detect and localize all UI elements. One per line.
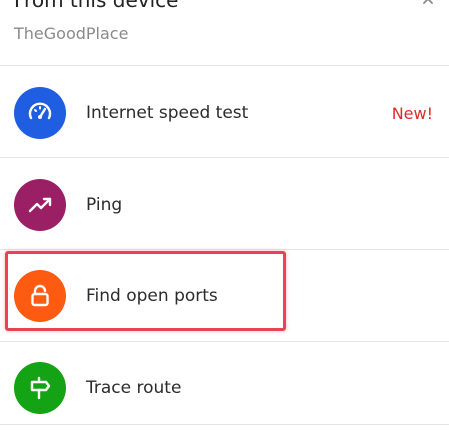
- lock-icon: [14, 270, 66, 322]
- new-badge: New!: [391, 103, 433, 123]
- divider: [0, 341, 449, 342]
- tool-label: Internet speed test: [86, 103, 249, 123]
- network-name: TheGoodPlace: [14, 24, 129, 43]
- divider: [0, 65, 449, 66]
- tool-row-find-open-ports[interactable]: Find open ports: [0, 261, 449, 331]
- speedometer-icon: [14, 87, 66, 139]
- trend-up-icon: [14, 179, 66, 231]
- section-header: From this device: [14, 0, 435, 12]
- signpost-icon: [14, 362, 66, 414]
- tool-label: Find open ports: [86, 286, 218, 306]
- section-title: From this device: [14, 0, 179, 12]
- tool-row-trace-route[interactable]: Trace route: [0, 353, 449, 423]
- divider: [0, 157, 449, 158]
- divider: [0, 424, 449, 425]
- tool-row-ping[interactable]: Ping: [0, 170, 449, 240]
- chevron-icon[interactable]: [421, 0, 435, 7]
- tool-label: Ping: [86, 195, 123, 215]
- divider: [0, 249, 449, 250]
- tool-label: Trace route: [86, 378, 182, 398]
- tool-row-internet-speed-test[interactable]: Internet speed test New!: [0, 78, 449, 148]
